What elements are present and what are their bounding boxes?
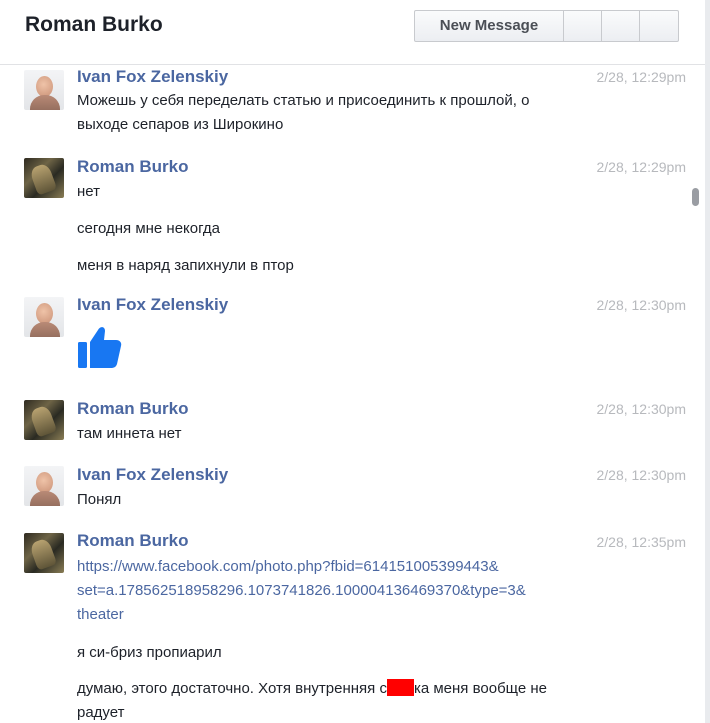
message-thread[interactable]: Ivan Fox Zelenskiy 2/28, 12:29pm Можешь … bbox=[0, 65, 700, 723]
message-text: Понял bbox=[77, 491, 122, 508]
sender-name[interactable]: Ivan Fox Zelenskiy bbox=[77, 295, 228, 315]
new-message-button[interactable]: New Message bbox=[415, 11, 564, 41]
avatar[interactable] bbox=[24, 533, 64, 573]
message-link[interactable]: theater bbox=[77, 603, 602, 627]
avatar[interactable] bbox=[24, 297, 64, 337]
redaction-block bbox=[386, 678, 414, 696]
message-text: выходе сепаров из Широкино bbox=[77, 116, 284, 133]
avatar[interactable] bbox=[24, 400, 64, 440]
message-text-part: думаю, этого достаточно. Хотя внутренняя… bbox=[77, 680, 387, 697]
message-link[interactable]: set=a.178562518958296.1073741826.1000041… bbox=[77, 579, 602, 603]
conversation-title: Roman Burko bbox=[25, 13, 163, 36]
message-text: радует bbox=[77, 704, 125, 721]
message-text: меня в наряд запихнули в птор bbox=[77, 257, 294, 274]
sender-name[interactable]: Ivan Fox Zelenskiy bbox=[77, 465, 228, 485]
timestamp: 2/28, 12:29pm bbox=[596, 159, 686, 175]
toolbar-button-1[interactable] bbox=[564, 11, 602, 41]
avatar[interactable] bbox=[24, 70, 64, 110]
message-text-part: ка меня вообще не bbox=[413, 680, 547, 697]
timestamp: 2/28, 12:30pm bbox=[596, 467, 686, 483]
scrollbar-thumb[interactable] bbox=[692, 188, 699, 206]
sender-name[interactable]: Roman Burko bbox=[77, 157, 188, 177]
timestamp: 2/28, 12:30pm bbox=[596, 401, 686, 417]
message-text: сегодня мне некогда bbox=[77, 220, 221, 237]
message-text: Можешь у себя переделать статью и присое… bbox=[77, 92, 530, 109]
message-text: там иннета нет bbox=[77, 425, 182, 442]
message-text: думаю, этого достаточно. Хотя внутренняя… bbox=[77, 677, 602, 701]
panel-border bbox=[705, 0, 710, 723]
conversation-header: Roman Burko New Message bbox=[0, 0, 705, 65]
avatar[interactable] bbox=[24, 158, 64, 198]
toolbar-button-2[interactable] bbox=[602, 11, 640, 41]
message-text: нет bbox=[77, 183, 100, 200]
sender-name[interactable]: Roman Burko bbox=[77, 531, 188, 551]
toolbar-button-3[interactable] bbox=[640, 11, 678, 41]
timestamp: 2/28, 12:30pm bbox=[596, 297, 686, 313]
message-text: я си-бриз пропиарил bbox=[77, 644, 222, 661]
sender-name[interactable]: Roman Burko bbox=[77, 399, 188, 419]
header-button-group: New Message bbox=[414, 10, 679, 42]
sender-name[interactable]: Ivan Fox Zelenskiy bbox=[77, 67, 228, 87]
avatar[interactable] bbox=[24, 466, 64, 506]
timestamp: 2/28, 12:29pm bbox=[596, 69, 686, 85]
message-link[interactable]: https://www.facebook.com/photo.php?fbid=… bbox=[77, 555, 602, 579]
thumbs-up-icon bbox=[78, 327, 122, 368]
timestamp: 2/28, 12:35pm bbox=[596, 534, 686, 550]
